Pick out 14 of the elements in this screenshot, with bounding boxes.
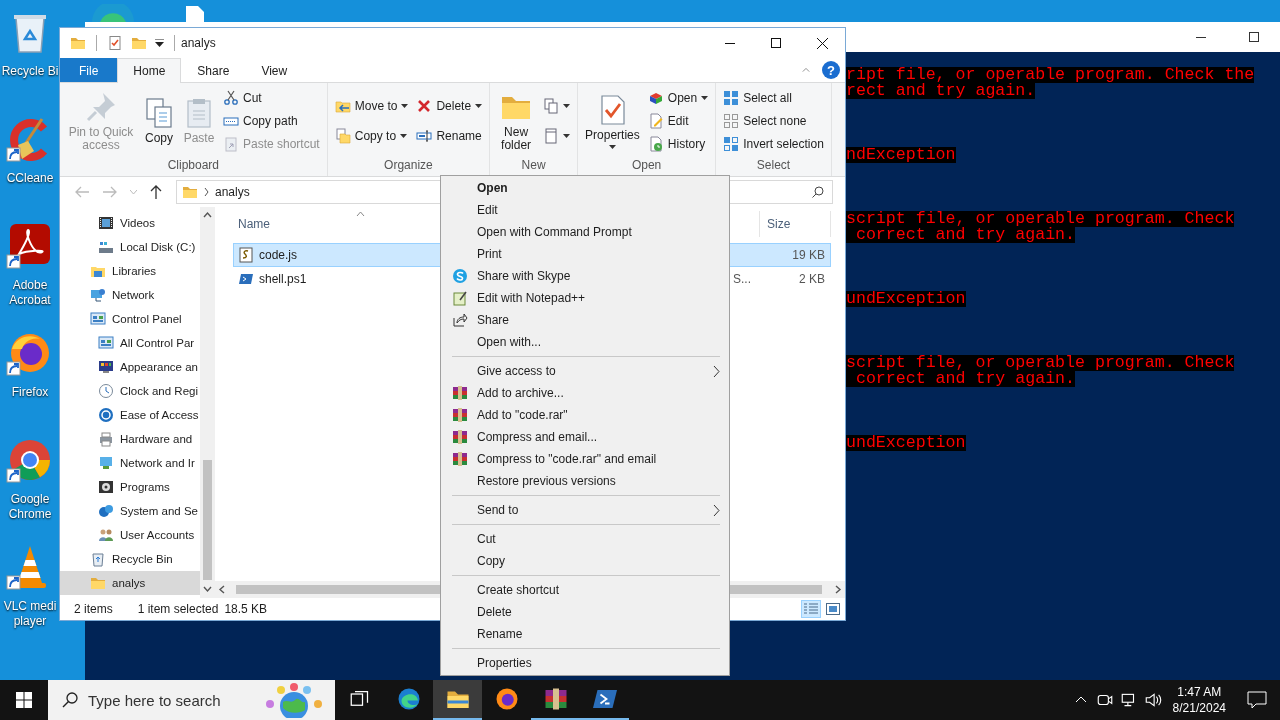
- table-cell-text: S...: [732, 272, 751, 286]
- item-count: 2 items: [74, 602, 113, 616]
- selection-count: 1 item selected: [137, 602, 219, 616]
- group-label: Clipboard: [166, 157, 221, 174]
- group-label: Open: [630, 157, 663, 174]
- window-title: analys: [180, 36, 217, 50]
- group-label: Select: [755, 157, 792, 174]
- group-label: Organize: [383, 157, 434, 174]
- file-size: 19 KB: [791, 248, 826, 262]
- file-name: code.js: [259, 248, 298, 262]
- file-name: shell.ps1: [259, 272, 307, 286]
- selection-size: 18.5 KB: [224, 602, 268, 616]
- file-size: 2 KB: [798, 272, 826, 286]
- group-label: New: [520, 157, 547, 174]
